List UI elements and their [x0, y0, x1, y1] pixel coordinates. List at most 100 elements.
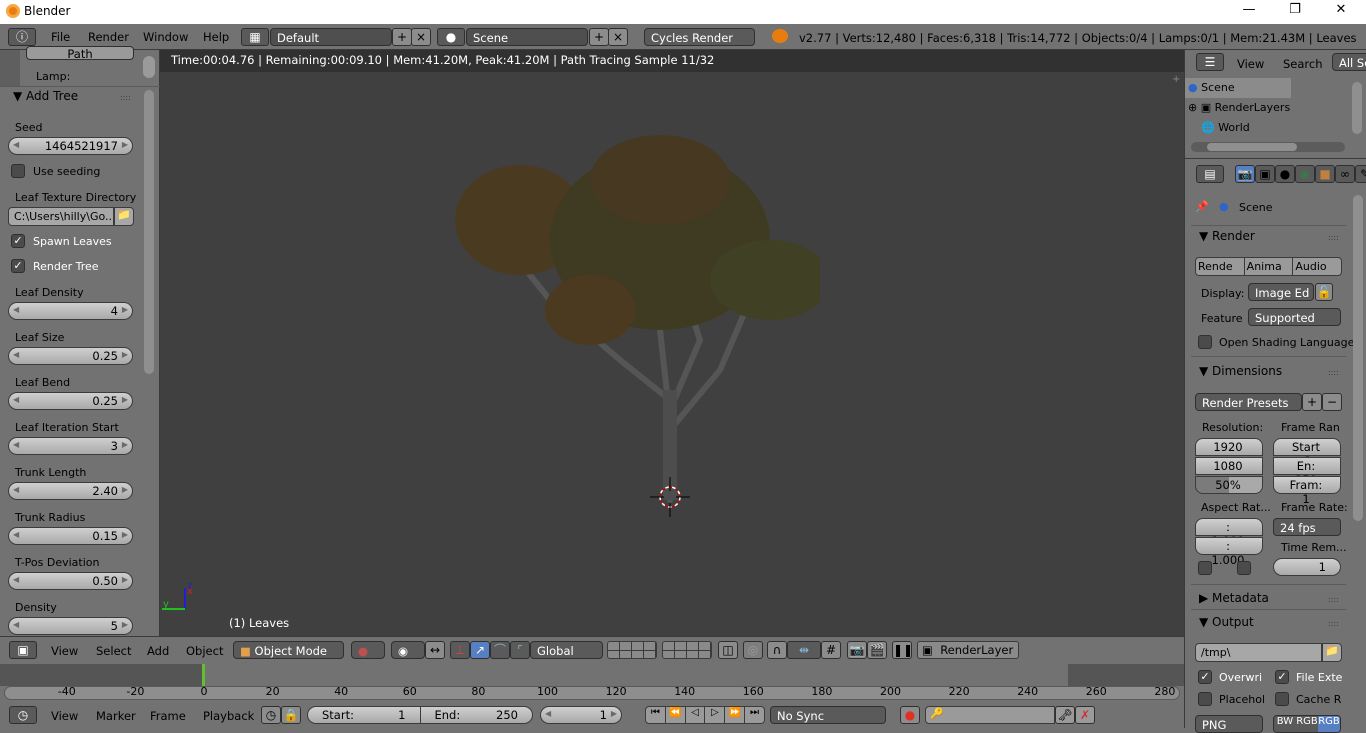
t-pos-deviation-field[interactable]: ◀ 0.50 ▶	[8, 572, 133, 590]
leaf-density-field[interactable]: ◀ 4 ▶	[8, 302, 133, 320]
menu-select[interactable]: Select	[96, 644, 131, 658]
menu-file[interactable]: File	[51, 30, 70, 44]
leaf-bend-field[interactable]: ◀ 0.25 ▶	[8, 392, 133, 410]
dimensions-panel-header[interactable]: ▼ Dimensions	[1199, 364, 1282, 378]
mode-dropdown[interactable]: ■ Object Mode	[233, 641, 344, 659]
pin-icon[interactable]: 📌	[1195, 200, 1209, 213]
output-path-input[interactable]: /tmp\	[1195, 643, 1322, 662]
drag-grip-icon[interactable]: ::::	[1328, 619, 1339, 628]
scene-field[interactable]: Scene	[466, 28, 588, 46]
outliner-item-renderlayers[interactable]: ⊕ ▣ RenderLayers	[1188, 101, 1290, 114]
delete-keyframe-icon[interactable]: ✗	[1075, 706, 1095, 724]
render-tree-checkbox[interactable]: ✓	[11, 259, 25, 273]
layers-group-1[interactable]	[607, 641, 657, 659]
frame-end-field[interactable]: En: 250	[1273, 457, 1341, 487]
screen-layout-field[interactable]: Default	[270, 28, 392, 46]
resolution-percentage-slider[interactable]: 50%	[1195, 476, 1263, 494]
tool-tabs[interactable]	[0, 50, 20, 86]
remove-layout-icon[interactable]: ×	[411, 28, 431, 46]
tab-modifiers-icon[interactable]: ✎	[1355, 165, 1366, 183]
cache-result-checkbox[interactable]	[1275, 692, 1289, 706]
menu-help[interactable]: Help	[203, 30, 229, 44]
layers-group-2[interactable]	[662, 641, 712, 659]
aspect-x-field[interactable]: : 1.000	[1195, 518, 1263, 548]
trunk-length-field[interactable]: ◀ 2.40 ▶	[8, 482, 133, 500]
menu-view[interactable]: View	[51, 644, 78, 658]
tab-world-icon[interactable]: ◉	[1295, 165, 1315, 183]
crop-checkbox[interactable]	[1237, 561, 1251, 575]
menu-render[interactable]: Render	[88, 30, 129, 44]
scrollbar-top[interactable]	[143, 56, 155, 78]
feature-set-dropdown[interactable]: Supported	[1248, 308, 1341, 326]
viewport-shading-dropdown[interactable]: ●	[351, 641, 385, 659]
render-animation-button[interactable]: Anima	[1245, 258, 1294, 275]
menu-window[interactable]: Window	[143, 30, 188, 44]
close-button[interactable]: ✕	[1318, 2, 1364, 17]
outliner-menu-search[interactable]: Search	[1283, 57, 1323, 71]
tab-scene-icon[interactable]: ●	[1275, 165, 1295, 183]
manipulate-center-icon[interactable]: ↔	[425, 641, 445, 659]
menu-object[interactable]: Object	[186, 644, 223, 658]
properties-scrollbar[interactable]	[1353, 195, 1363, 521]
keying-set-field[interactable]: 🔑	[925, 706, 1055, 724]
translate-icon[interactable]: ↗	[470, 641, 490, 659]
snap-element-dropdown[interactable]: ⇹	[787, 641, 821, 659]
resolution-y-field[interactable]: 1080 p	[1195, 457, 1263, 487]
file-extensions-checkbox[interactable]: ✓	[1275, 670, 1289, 684]
jump-start-icon[interactable]: ⏮	[646, 707, 666, 723]
timeline-menu-frame[interactable]: Frame	[150, 709, 186, 723]
drag-grip-icon[interactable]: ::::	[1328, 595, 1339, 604]
current-frame-field[interactable]: ◀ 1 ▶	[540, 706, 622, 724]
use-seeding-checkbox[interactable]	[11, 164, 25, 178]
time-remap-field[interactable]: 1	[1273, 558, 1341, 576]
current-frame-marker[interactable]	[202, 664, 205, 686]
osl-checkbox[interactable]	[1198, 335, 1212, 349]
lock-icon[interactable]: 🔓	[1315, 283, 1333, 301]
file-format-dropdown[interactable]: PNG	[1195, 715, 1263, 733]
output-folder-icon[interactable]: 📁	[1322, 643, 1342, 662]
editor-type-info-icon[interactable]: ⓘ	[8, 28, 36, 46]
folder-browse-icon[interactable]: 📁	[114, 207, 134, 226]
outliner-hscrollbar[interactable]	[1191, 142, 1345, 152]
leaf-size-field[interactable]: ◀ 0.25 ▶	[8, 347, 133, 365]
leaf-iteration-start-field[interactable]: ◀ 3 ▶	[8, 437, 133, 455]
leaf-texture-input[interactable]: C:\Users\hilly\Go...	[8, 207, 114, 226]
render-still-button[interactable]: Rende	[1196, 258, 1245, 275]
outliner-item-world[interactable]: 🌐 World	[1201, 121, 1250, 134]
render-panel-header[interactable]: ▼ Render	[1199, 229, 1255, 243]
tab-constraints-icon[interactable]: ∞	[1335, 165, 1355, 183]
add-layout-icon[interactable]: +	[392, 28, 412, 46]
insert-keyframe-icon[interactable]: 🗝	[1055, 706, 1075, 724]
display-dropdown[interactable]: Image Ed	[1248, 283, 1314, 301]
start-frame-field[interactable]: Start: 1	[308, 707, 421, 723]
add-scene-icon[interactable]: +	[589, 28, 609, 46]
remove-preset-icon[interactable]: −	[1322, 393, 1342, 411]
snap-magnet-icon[interactable]: ∩	[767, 641, 787, 659]
render-audio-button[interactable]: Audio	[1293, 258, 1341, 275]
lock-time-icon[interactable]: 🔒	[281, 706, 301, 724]
jump-keyframe-back-icon[interactable]: ⏪	[666, 707, 686, 723]
opengl-render-icon[interactable]: 📷	[847, 641, 867, 659]
drag-grip-icon[interactable]: ::::	[1328, 233, 1339, 242]
tab-renderlayers-icon[interactable]: ▣	[1255, 165, 1275, 183]
metadata-panel-header[interactable]: ▶ Metadata	[1199, 591, 1269, 605]
tab-render-camera-icon[interactable]: 📷	[1235, 165, 1255, 183]
viewport-add-icon[interactable]: +	[1172, 74, 1180, 85]
snap-target-icon[interactable]: #	[821, 641, 841, 659]
transform-orientation-dropdown[interactable]: Global	[530, 641, 603, 659]
density-field[interactable]: ◀ 5 ▶	[8, 617, 133, 635]
frame-start-field[interactable]: Start :1	[1273, 438, 1341, 468]
scene-icon[interactable]: ●	[437, 28, 465, 46]
outliner-editor-icon[interactable]: ☰	[1196, 53, 1224, 71]
play-icon[interactable]: ▷	[705, 707, 726, 723]
trunk-radius-field[interactable]: ◀ 0.15 ▶	[8, 527, 133, 545]
jump-keyframe-forward-icon[interactable]: ⏩	[725, 707, 746, 723]
spawn-leaves-checkbox[interactable]: ✓	[11, 234, 25, 248]
editor-type-3dview-icon[interactable]: ▣	[9, 641, 37, 659]
3d-cursor-icon[interactable]	[650, 477, 690, 517]
menu-add[interactable]: Add	[147, 644, 169, 658]
proportional-edit-icon[interactable]: ◎	[743, 641, 763, 659]
expand-icon[interactable]: ⊕	[1188, 101, 1197, 114]
manipulator-toggle-icon[interactable]: ⊥	[450, 641, 470, 659]
sync-mode-dropdown[interactable]: No Sync	[770, 706, 886, 724]
